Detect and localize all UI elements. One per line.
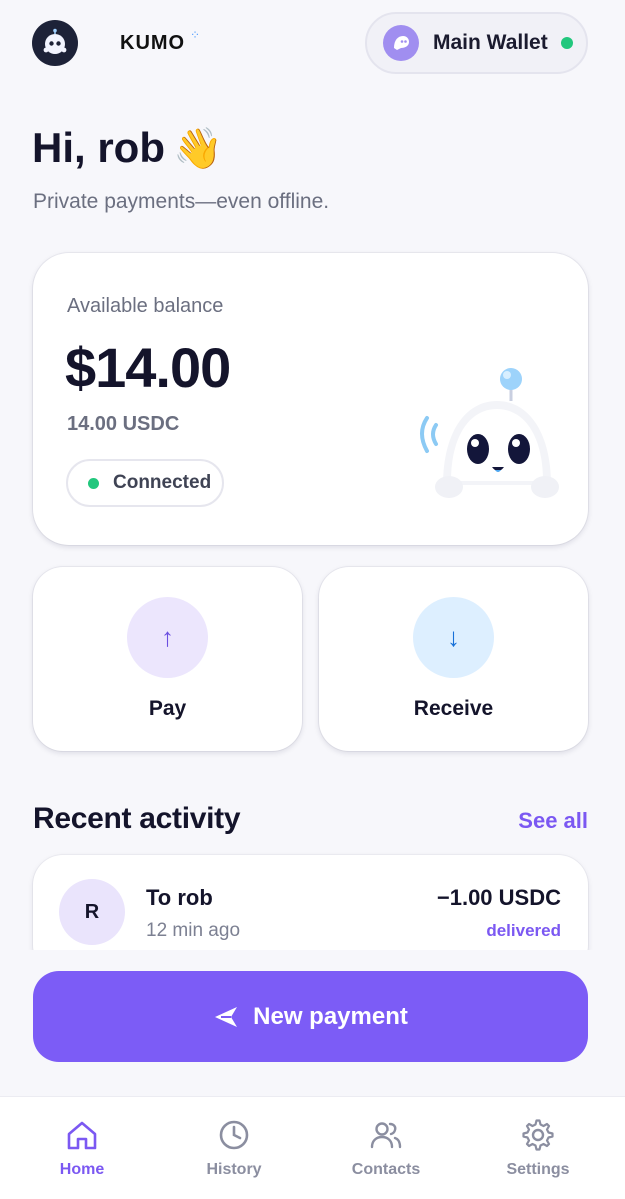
recent-activity-heading: Recent activity [33,802,241,835]
bottom-navigation: Home History Contacts Settings [0,1096,625,1199]
arrow-down-icon: ↓ [413,597,494,678]
nav-label-home: Home [59,1161,105,1178]
status-dot-icon [88,477,99,489]
app-screen: KUMO ⁘ Main Wallet Hi, rob 👋 Private pay… [0,0,625,1199]
users-icon [370,1122,402,1149]
balance-amount: $14.00 [65,336,231,399]
brand-logo: KUMO [120,32,186,54]
new-payment-button[interactable]: New payment [33,971,588,1062]
see-all-link[interactable]: See all [518,808,588,834]
nav-label-settings: Settings [506,1161,570,1178]
tagline: Private payments—even offline. [33,190,330,213]
nav-item-home[interactable]: Home [7,1097,157,1199]
home-icon [67,1121,97,1150]
gear-icon [522,1119,554,1151]
receive-label: Receive [413,697,494,720]
top-bar: KUMO ⁘ Main Wallet [0,0,625,90]
nav-item-contacts[interactable]: Contacts [311,1097,461,1199]
waving-hand-icon: 👋 [173,126,223,171]
nav-item-settings[interactable]: Settings [463,1097,613,1199]
greeting-title: Hi, rob [32,124,165,171]
wallet-selector-button[interactable]: Main Wallet [365,12,588,74]
balance-card: Available balance $14.00 14.00 USDC Conn… [33,253,588,545]
ghost-wallet-icon [383,25,419,61]
connection-status-text: Connected [113,472,212,493]
robot-logo-icon [32,20,78,66]
new-payment-label: New payment [253,1002,408,1030]
balance-label: Available balance [67,295,224,317]
greeting-heading: Hi, rob 👋 [32,124,223,172]
wallet-online-indicator [560,37,573,49]
pay-label: Pay [148,697,187,720]
connection-status-badge: Connected [66,459,224,507]
paper-plane-icon [213,1004,239,1030]
activity-status: delivered [486,921,561,940]
nav-label-contacts: Contacts [351,1161,421,1178]
activity-title: To rob [146,885,213,910]
avatar: R [59,879,125,945]
balance-usdc: 14.00 USDC [67,413,180,435]
nav-item-history[interactable]: History [159,1097,309,1199]
arrow-up-icon: ↑ [127,597,208,678]
wallet-name: Main Wallet [433,31,548,54]
clock-icon [219,1120,249,1150]
pay-button[interactable]: ↑ Pay [33,567,302,751]
brand-spark-icon: ⁘ [190,28,201,42]
activity-time: 12 min ago [146,920,241,941]
nav-label-history: History [206,1161,262,1178]
robot-mascot-icon [420,368,559,498]
activity-amount: −1.00 USDC [436,885,561,910]
receive-button[interactable]: ↓ Receive [319,567,588,751]
